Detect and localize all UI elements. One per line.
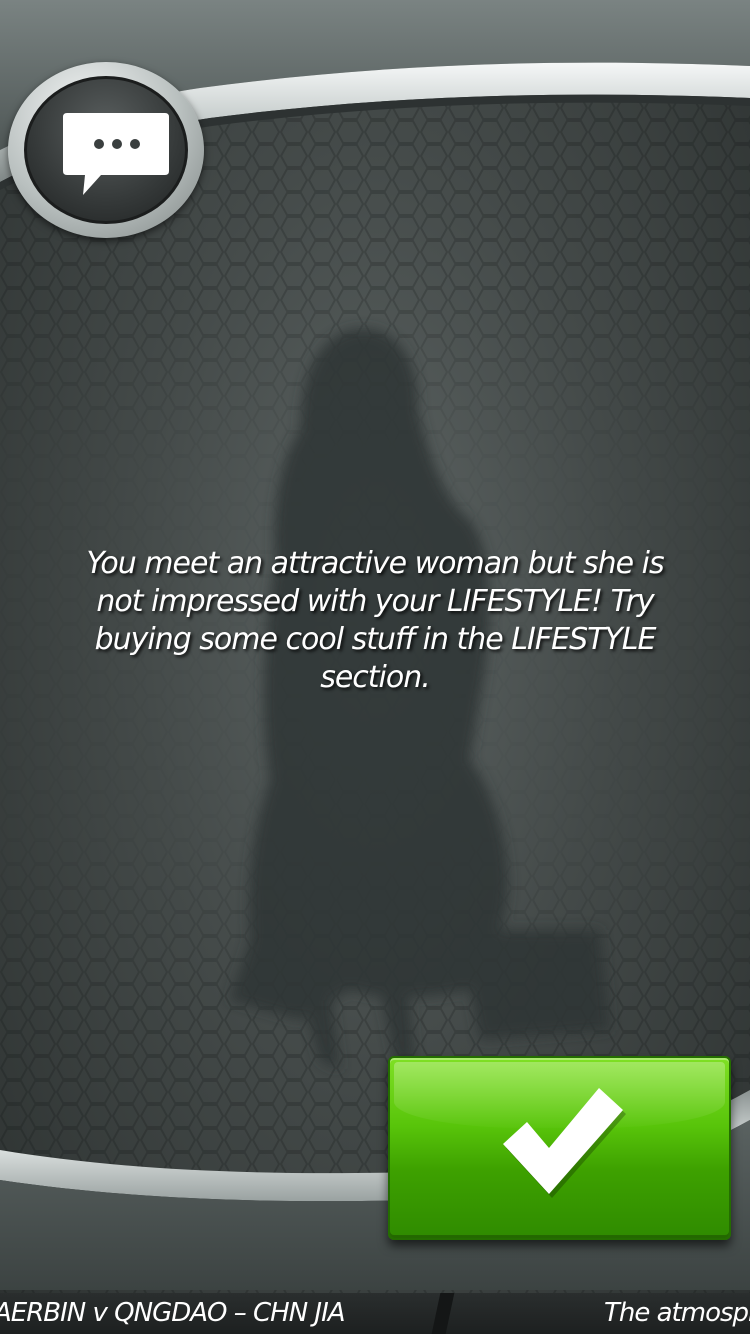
event-message-text: You meet an attractive woman but she is … bbox=[86, 546, 664, 695]
ticker-item: AERBIN v QNGDAO – CHN JIA bbox=[0, 1298, 346, 1328]
event-card-screen: You meet an attractive woman but she is … bbox=[0, 0, 750, 1334]
checkmark-icon bbox=[503, 1088, 626, 1198]
speech-bubble-ellipsis-icon bbox=[63, 113, 169, 195]
confirm-button[interactable] bbox=[388, 1056, 731, 1240]
news-ticker: AERBIN v QNGDAO – CHN JIA The atmosph bbox=[0, 1293, 750, 1334]
message-badge bbox=[8, 62, 204, 238]
ticker-divider bbox=[431, 1293, 455, 1334]
ticker-item: The atmosph bbox=[604, 1298, 750, 1328]
message-badge-inner bbox=[24, 76, 188, 224]
